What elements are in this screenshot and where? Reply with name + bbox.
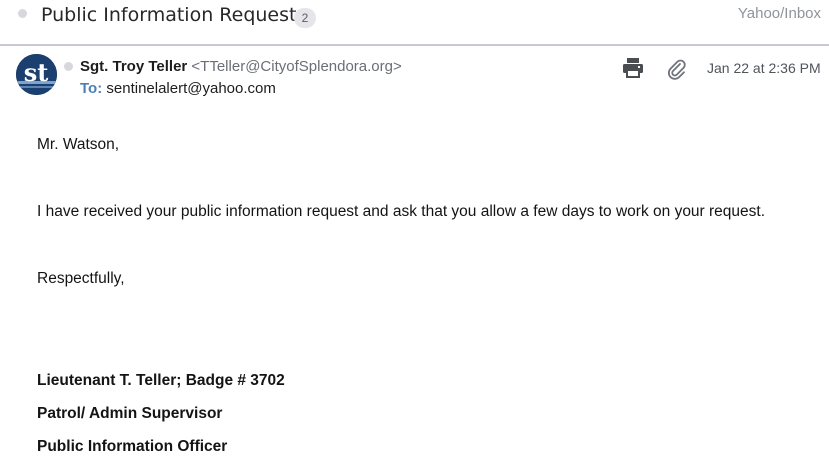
sender-status-dot-icon	[64, 62, 73, 71]
greeting-text: Mr. Watson,	[37, 136, 120, 153]
closing-text: Respectfully,	[37, 270, 125, 287]
body-paragraph: I have received your public information …	[37, 203, 766, 220]
folder-breadcrumb[interactable]: Yahoo/Inbox	[738, 5, 821, 22]
sender-name[interactable]: Sgt. Troy Teller	[80, 58, 187, 75]
subject-bar: Public Information Request 2 Yahoo/Inbox	[0, 0, 829, 46]
sender-line: Sgt. Troy Teller <TTeller@CityofSplendor…	[80, 58, 402, 75]
signature-line-title: Patrol/ Admin Supervisor	[37, 405, 223, 422]
signature-line-role: Public Information Officer	[37, 438, 228, 455]
unread-dot-icon	[18, 9, 27, 18]
subject-title: Public Information Request	[41, 4, 297, 26]
recipient-email[interactable]: sentinelalert@yahoo.com	[106, 80, 275, 97]
message-date: Jan 22 at 2:36 PM	[707, 60, 821, 76]
recipient-line: To: sentinelalert@yahoo.com	[80, 80, 276, 97]
signature-line-name: Lieutenant T. Teller; Badge # 3702	[37, 372, 285, 389]
svg-text:st: st	[24, 58, 49, 87]
avatar[interactable]: st	[16, 54, 57, 95]
attachment-icon[interactable]	[667, 58, 687, 80]
print-icon[interactable]	[622, 58, 644, 78]
to-label: To:	[80, 80, 103, 97]
avatar-logo-icon: st	[16, 54, 57, 95]
sender-email[interactable]: <TTeller@CityofSplendora.org>	[191, 58, 401, 75]
message-count-badge[interactable]: 2	[294, 8, 316, 28]
